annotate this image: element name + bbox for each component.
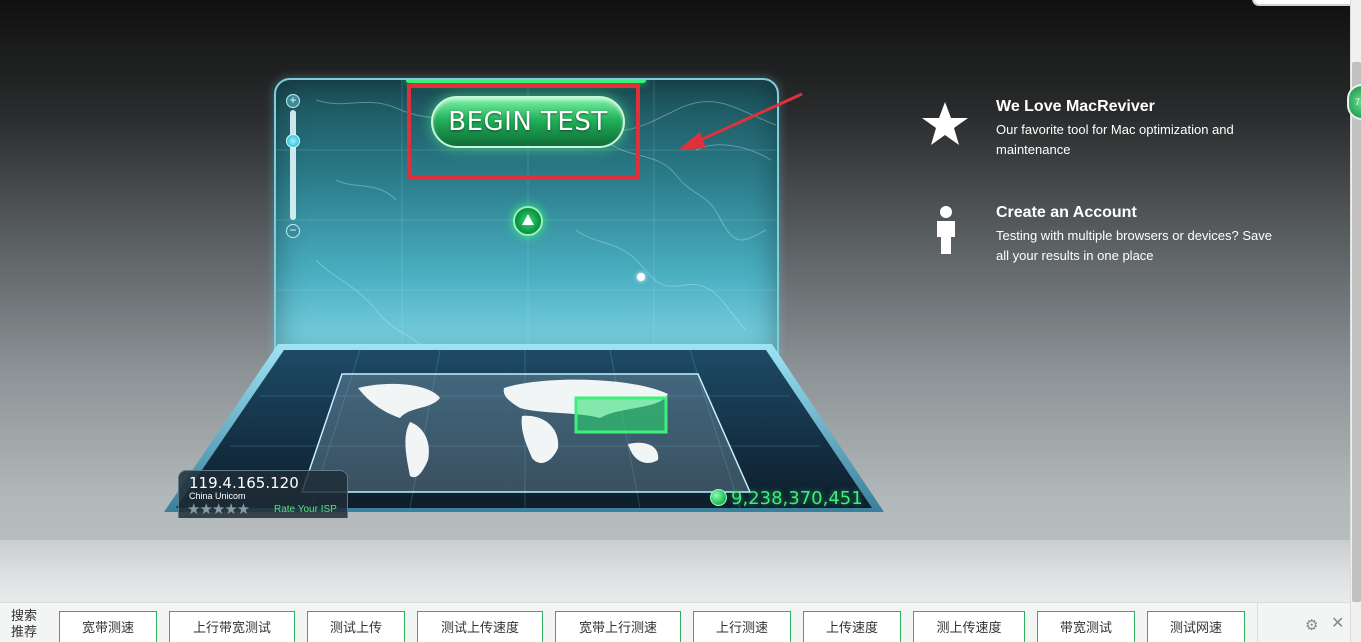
search-chip[interactable]: 上行带宽测试 xyxy=(169,611,295,642)
connection-info-panel: 119.4.165.120 China Unicom ★★★★★ Rate Yo… xyxy=(178,470,348,518)
search-chip[interactable]: 测试上传 xyxy=(307,611,405,642)
zoom-slider-track[interactable] xyxy=(290,110,296,220)
floor-band xyxy=(0,540,1350,602)
annotation-arrow-icon xyxy=(678,92,803,150)
zoom-slider-handle[interactable] xyxy=(286,134,300,148)
promo-description: Testing with multiple browsers or device… xyxy=(996,228,1273,263)
search-chip[interactable]: 带宽测试 xyxy=(1037,611,1135,642)
search-chip[interactable]: 测试上传速度 xyxy=(417,611,543,642)
total-tests-counter: 9,238,370,451 xyxy=(710,488,863,509)
search-recommend-bar: 搜索推荐 宽带测速 上行带宽测试 测试上传 测试上传速度 宽带上行测速 上行测速… xyxy=(0,602,1350,642)
bar-divider xyxy=(1257,603,1258,642)
search-chip[interactable]: 宽带上行测速 xyxy=(555,611,681,642)
promo-create-account[interactable]: Create an Account Testing with multiple … xyxy=(920,204,1300,266)
marker-up-icon xyxy=(522,214,534,225)
gear-icon[interactable]: ⚙ xyxy=(1305,618,1321,634)
server-marker[interactable] xyxy=(513,206,543,236)
star-icon xyxy=(922,102,968,145)
search-recommend-label: 搜索推荐 xyxy=(11,608,38,639)
zoom-out-button[interactable]: − xyxy=(286,224,300,238)
scrollbar-thumb[interactable] xyxy=(1352,62,1361,602)
globe-icon xyxy=(710,489,727,506)
annotation-highlight-box xyxy=(407,84,640,180)
person-icon xyxy=(937,206,955,254)
rate-isp-link[interactable]: Rate Your ISP xyxy=(274,504,337,515)
search-chip[interactable]: 宽带测速 xyxy=(59,611,157,642)
search-chip[interactable]: 上传速度 xyxy=(803,611,901,642)
top-right-pill[interactable] xyxy=(1252,0,1361,6)
zoom-in-button[interactable]: + xyxy=(286,94,300,108)
promo-macreviver[interactable]: We Love MacReviver Our favorite tool for… xyxy=(920,98,1300,160)
total-tests-value: 9,238,370,451 xyxy=(731,488,863,509)
search-chip[interactable]: 上行测速 xyxy=(693,611,791,642)
ip-address: 119.4.165.120 xyxy=(189,474,299,492)
screen-top-glow xyxy=(406,80,646,83)
promo-title[interactable]: We Love MacReviver xyxy=(996,98,1155,116)
search-chip[interactable]: 测上传速度 xyxy=(913,611,1025,642)
isp-rating-stars[interactable]: ★★★★★ xyxy=(187,500,250,518)
close-icon[interactable]: ✕ xyxy=(1331,616,1347,632)
search-chip[interactable]: 测试网速 xyxy=(1147,611,1245,642)
promo-description: Our favorite tool for Mac optimization a… xyxy=(996,122,1234,157)
location-dot xyxy=(637,273,645,281)
promo-title[interactable]: Create an Account xyxy=(996,204,1137,222)
